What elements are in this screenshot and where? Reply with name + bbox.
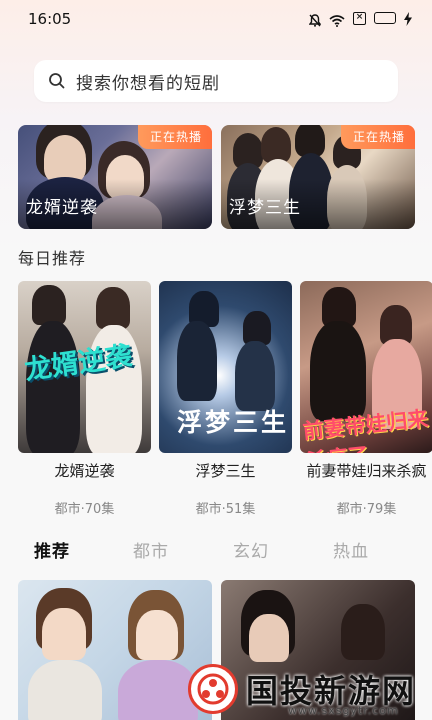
drama-card[interactable]: 龙婿逆袭 龙婿逆袭 都市·70集 — [18, 281, 151, 517]
drama-meta: 都市·79集 — [336, 502, 397, 517]
watermark-logo: 国投新游网 www.sxsgytr.com — [188, 664, 428, 717]
tab-hot-blood[interactable]: 热血 — [333, 537, 369, 562]
drama-poster-large[interactable] — [18, 580, 212, 720]
drama-poster: 龙婿逆袭 — [18, 281, 151, 453]
status-icons: × — [308, 11, 412, 27]
x-box-icon: × — [353, 11, 366, 25]
bell-mute-icon — [308, 12, 322, 27]
hot-badge: 正在热播 — [137, 125, 212, 149]
banner-figure — [44, 135, 86, 183]
battery-icon — [374, 12, 396, 24]
search-placeholder: 搜索你想看的短剧 — [76, 73, 220, 94]
charging-bolt-icon — [404, 11, 412, 26]
status-time: 16:05 — [28, 10, 72, 28]
banner-title: 龙婿逆袭 — [26, 198, 98, 218]
drama-name: 龙婿逆袭 — [54, 462, 115, 480]
watermark-url: www.sxsgytr.com — [288, 704, 399, 717]
drama-card[interactable]: 前妻带娃归来杀疯了 前妻带娃归来杀疯 都市·79集 — [300, 281, 432, 517]
poster-title: 浮梦三生 — [177, 408, 290, 437]
section-title-daily: 每日推荐 — [18, 249, 87, 268]
search-icon — [48, 72, 66, 90]
drama-poster: 浮梦三生 — [159, 281, 292, 453]
wifi-icon — [329, 12, 345, 27]
search-bar[interactable]: 搜索你想看的短剧 — [34, 60, 398, 102]
drama-name: 浮梦三生 — [195, 462, 256, 480]
drama-meta: 都市·51集 — [195, 502, 256, 517]
drama-meta: 都市·70集 — [54, 502, 115, 517]
drama-card[interactable]: 浮梦三生 浮梦三生 都市·51集 — [159, 281, 292, 517]
banner-figure — [261, 127, 291, 163]
banner-title: 浮梦三生 — [229, 198, 301, 218]
watermark-emblem — [188, 664, 238, 714]
banner-card[interactable]: 正在热播 浮梦三生 — [221, 125, 415, 229]
tab-recommend[interactable]: 推荐 — [34, 537, 70, 562]
tab-city[interactable]: 都市 — [133, 537, 169, 562]
drama-poster: 前妻带娃归来杀疯了 — [300, 281, 432, 453]
banner-card[interactable]: 正在热播 龙婿逆袭 — [18, 125, 212, 229]
category-tabs: 推荐 都市 玄幻 热血 — [0, 537, 432, 562]
hot-badge: 正在热播 — [340, 125, 415, 149]
drama-name: 前妻带娃归来杀疯 — [306, 462, 427, 480]
tab-fantasy[interactable]: 玄幻 — [233, 537, 269, 562]
status-bar: 16:05 × — [0, 0, 432, 38]
